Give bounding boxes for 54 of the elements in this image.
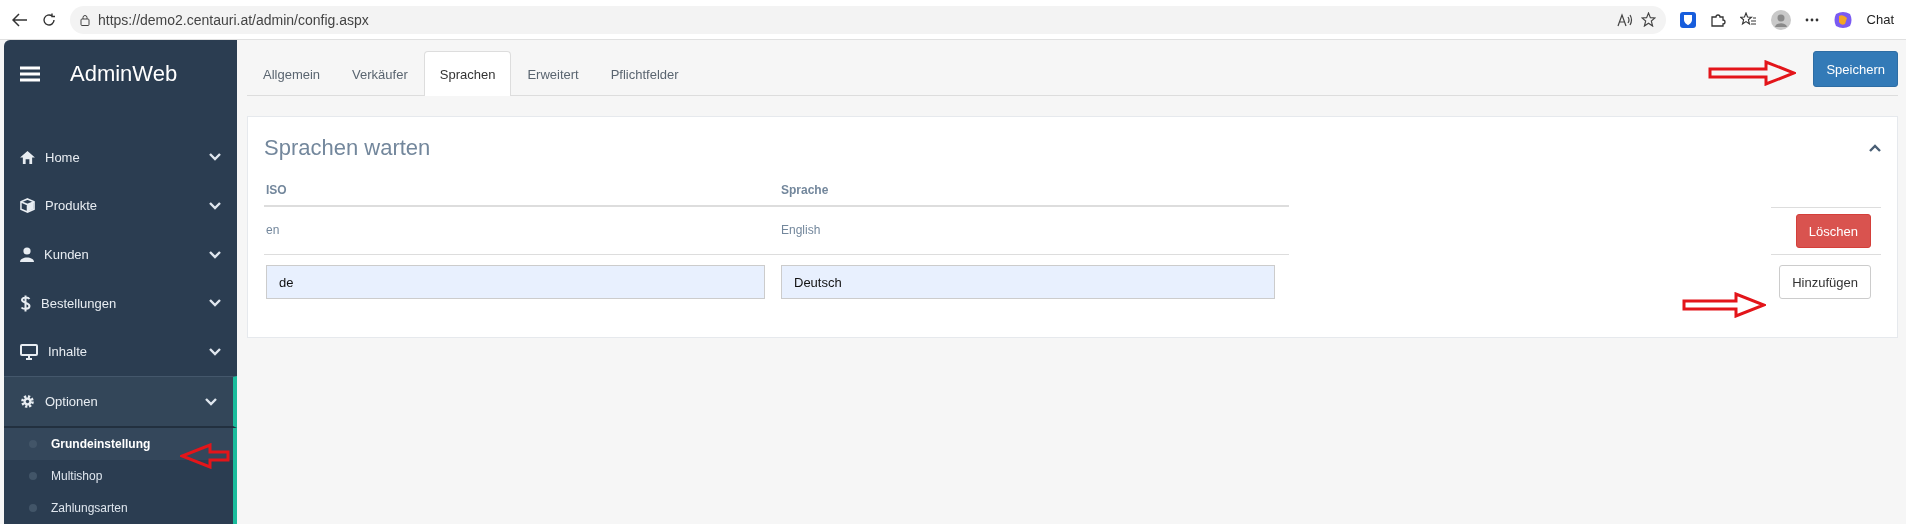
chevron-down-icon [209, 201, 221, 210]
input-field[interactable]: de [266, 265, 765, 299]
table-cell: en [264, 207, 779, 255]
delete-button[interactable]: Löschen [1795, 214, 1871, 248]
sidebar-item[interactable]: Home [4, 132, 237, 182]
input-field[interactable]: Deutsch [781, 265, 1275, 299]
sidebar-item[interactable]: Optionen [4, 376, 237, 428]
sidebar-item[interactable]: Kunden [4, 230, 237, 279]
chevron-down-icon [209, 299, 221, 308]
read-aloud-icon[interactable] [1616, 12, 1633, 27]
tab[interactable]: Verkäufer [336, 52, 424, 96]
more-icon[interactable] [1804, 17, 1819, 22]
chat-label[interactable]: Chat [1866, 12, 1894, 27]
chevron-down-icon [209, 250, 221, 259]
reload-icon[interactable] [42, 12, 56, 27]
dollar-icon [20, 294, 31, 312]
home-icon [20, 150, 35, 164]
submenu-item[interactable]: Multishop [4, 459, 233, 492]
column-header: Sprache [779, 175, 1289, 207]
menu-icon[interactable] [20, 65, 40, 82]
annotation-arrow [180, 443, 230, 469]
tab[interactable]: Sprachen [423, 51, 512, 96]
avatar-icon[interactable] [1770, 9, 1791, 30]
copilot-icon[interactable] [1832, 9, 1853, 30]
add-button[interactable]: Hinzufügen [1779, 265, 1871, 299]
sidebar-item[interactable]: Bestellungen [4, 278, 237, 328]
monitor-icon [20, 343, 38, 360]
back-icon[interactable] [12, 12, 28, 27]
tab[interactable]: Allgemein [247, 52, 337, 96]
shield-icon[interactable] [1679, 11, 1696, 28]
cube-icon [20, 198, 35, 214]
sidebar-item[interactable]: Produkte [4, 181, 237, 231]
save-button[interactable]: Speichern [1813, 51, 1898, 87]
brand-title: AdminWeb [70, 60, 178, 87]
panel-title: Sprachen warten [264, 135, 431, 161]
chevron-down-icon [209, 153, 221, 162]
lock-icon [80, 13, 90, 26]
favorites-icon[interactable] [1739, 12, 1757, 27]
star-icon[interactable] [1640, 12, 1656, 27]
column-header: ISO [264, 175, 779, 207]
tab[interactable]: Pflichtfelder [594, 52, 695, 96]
submenu-item[interactable]: Zahlungsarten [4, 491, 233, 524]
address-bar[interactable]: https://demo2.centauri.at/admin/config.aspx [70, 5, 1666, 34]
settings-icon [20, 394, 35, 410]
user-icon [20, 247, 34, 262]
table-cell: English [779, 207, 1289, 255]
collapse-icon[interactable] [1869, 144, 1881, 152]
puzzle-icon[interactable] [1709, 11, 1726, 28]
url-text: https://demo2.centauri.at/admin/config.aspx [98, 11, 370, 28]
submenu-item[interactable]: Grundeinstellung [4, 427, 233, 460]
tab[interactable]: Erweitert [511, 52, 595, 96]
chevron-down-icon [205, 397, 217, 406]
sidebar-item[interactable]: Inhalte [4, 327, 237, 377]
chevron-down-icon [209, 347, 221, 356]
